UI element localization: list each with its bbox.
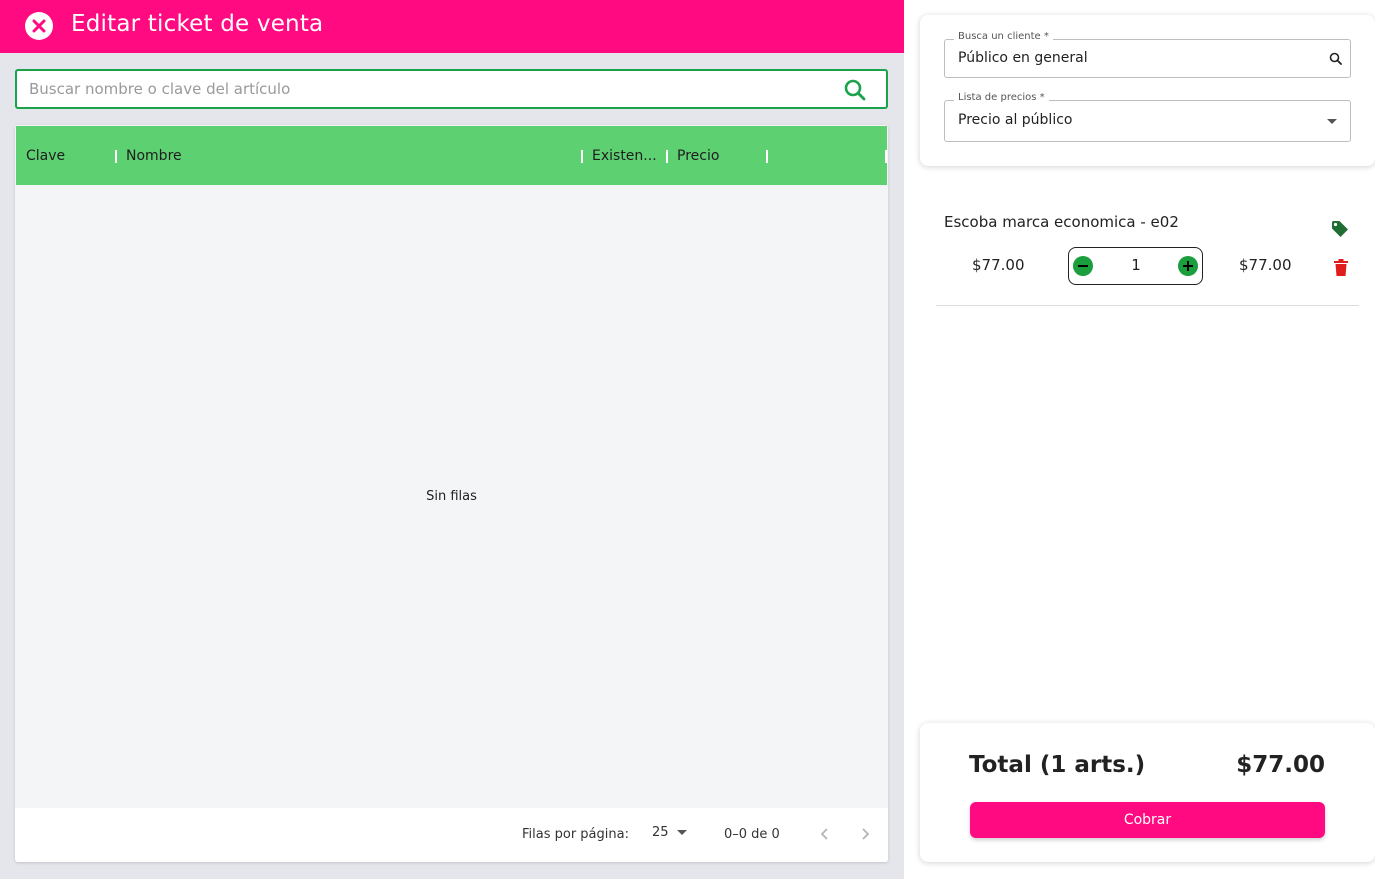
product-search [15, 69, 888, 109]
cart-item-name: Escoba marca economica - e02 [944, 213, 1179, 231]
customer-field[interactable]: Busca un cliente * Público en general [944, 31, 1351, 78]
grid-header: Clave Nombre Existen... Precio [16, 126, 887, 185]
column-header-nombre[interactable]: Nombre [126, 148, 182, 164]
next-page-icon[interactable] [855, 824, 875, 844]
quantity-input[interactable] [1101, 256, 1171, 274]
ticket-panel: Busca un cliente * Público en general Li… [904, 0, 1375, 879]
rows-per-page-select[interactable]: 25 [652, 825, 687, 840]
cart-item: Escoba marca economica - e02 $77.00 $77.… [936, 195, 1359, 306]
grid-pagination: Filas por página: 25 0–0 de 0 [15, 808, 888, 862]
price-list-value: Precio al público [958, 112, 1073, 128]
total-label: Total (1 arts.) [969, 752, 1146, 778]
customer-field-label: Busca un cliente * [954, 31, 1053, 42]
pagination-range: 0–0 de 0 [724, 827, 780, 842]
rows-per-page-value: 25 [652, 825, 669, 840]
chevron-down-icon [676, 830, 687, 835]
column-separator[interactable] [115, 150, 117, 163]
search-icon[interactable] [844, 79, 866, 101]
column-header-existencia[interactable]: Existen... [592, 148, 657, 164]
close-icon [32, 19, 46, 33]
column-separator[interactable] [766, 150, 768, 163]
column-separator[interactable] [581, 150, 583, 163]
empty-grid-message: Sin filas [426, 489, 477, 504]
page-header: Editar ticket de venta [0, 0, 904, 53]
pay-button[interactable]: Cobrar [970, 802, 1325, 838]
products-grid: Clave Nombre Existen... Precio Sin filas… [15, 125, 888, 862]
rows-per-page-label: Filas por página: [522, 827, 629, 842]
total-value: $77.00 [1236, 752, 1325, 778]
column-header-clave[interactable]: Clave [26, 148, 65, 164]
search-icon[interactable] [1329, 52, 1342, 65]
customer-field-value[interactable]: Público en general [958, 50, 1088, 66]
previous-page-icon[interactable] [815, 824, 835, 844]
column-header-precio[interactable]: Precio [677, 148, 719, 164]
close-button[interactable] [25, 12, 53, 40]
column-separator[interactable] [666, 150, 668, 163]
price-list-label: Lista de precios * [954, 92, 1049, 103]
quantity-stepper [1068, 247, 1203, 285]
plus-circle-icon[interactable] [1178, 256, 1198, 276]
column-separator[interactable] [885, 150, 887, 163]
product-search-input[interactable] [29, 71, 829, 107]
page-title: Editar ticket de venta [71, 11, 324, 37]
price-list-select[interactable]: Lista de precios * Precio al público [944, 92, 1351, 142]
chevron-down-icon [1327, 119, 1337, 124]
minus-circle-icon[interactable] [1073, 256, 1093, 276]
cart-item-unit-price: $77.00 [972, 256, 1025, 274]
cart-item-line-total: $77.00 [1239, 256, 1292, 274]
total-card: Total (1 arts.) $77.00 Cobrar [920, 723, 1375, 862]
product-panel: Editar ticket de venta Clave Nombre Exis… [0, 0, 904, 879]
client-card: Busca un cliente * Público en general Li… [920, 15, 1375, 166]
trash-icon[interactable] [1334, 259, 1348, 276]
tag-icon[interactable] [1331, 220, 1349, 238]
